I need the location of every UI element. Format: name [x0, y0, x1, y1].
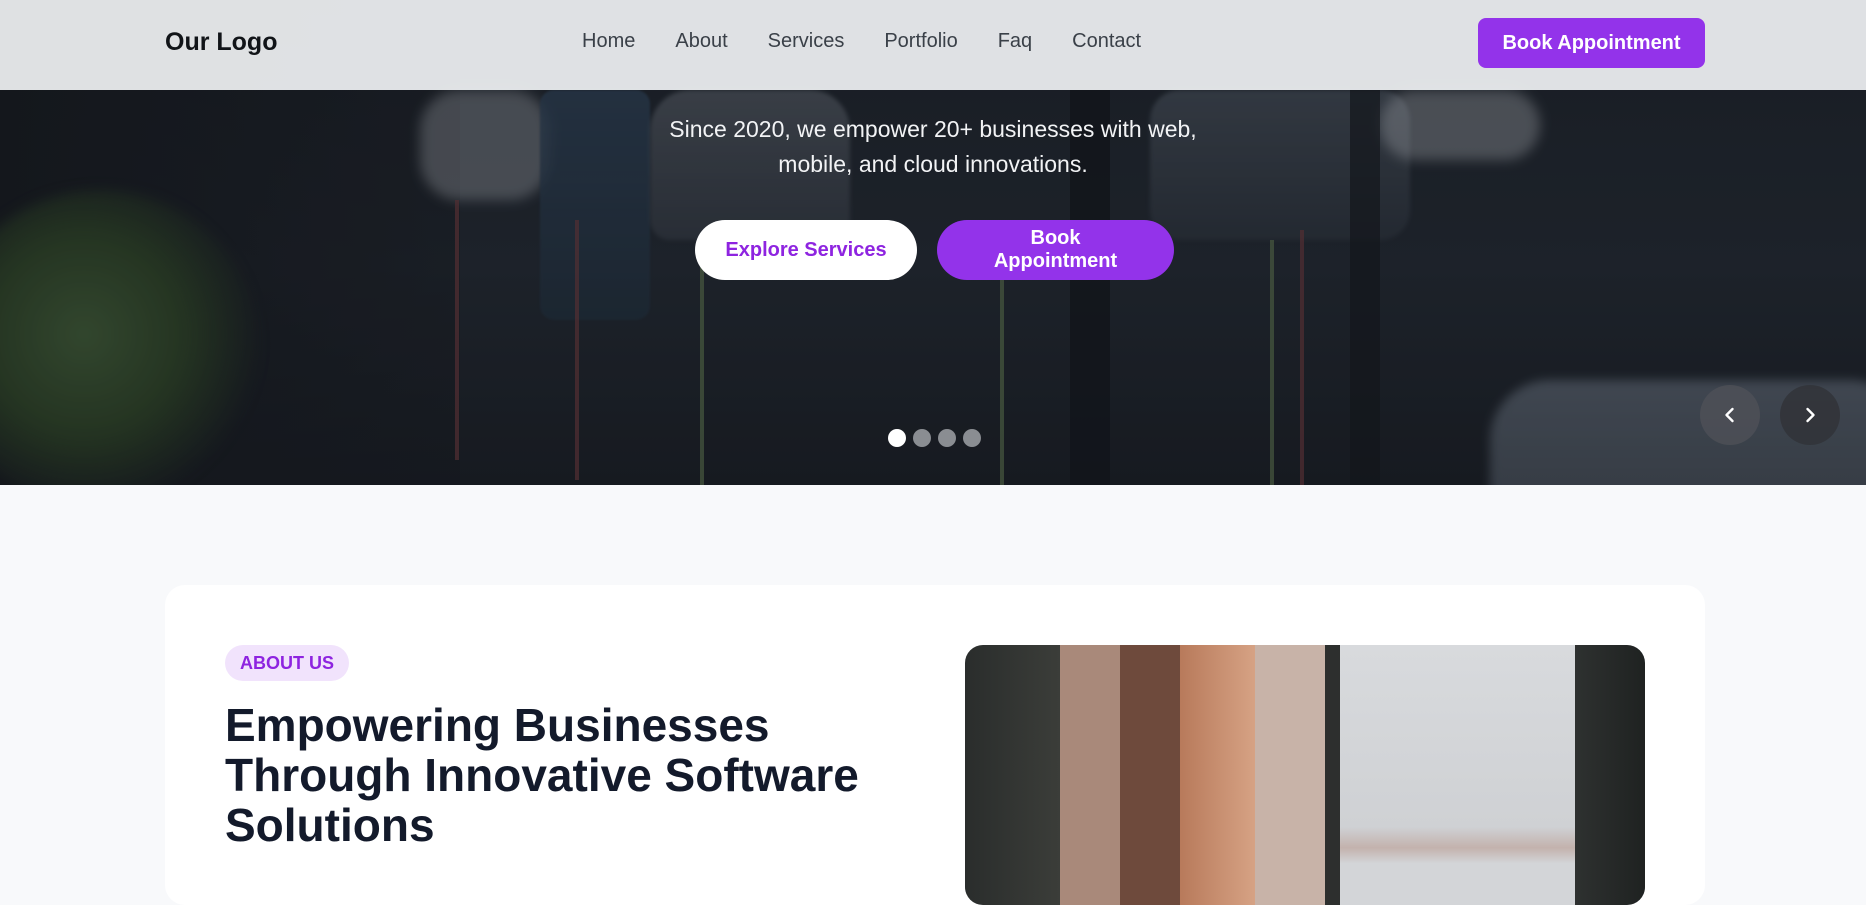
main-nav: Home About Services Portfolio Faq Contac…	[582, 30, 1141, 53]
chevron-right-icon	[1806, 407, 1815, 423]
carousel-dots	[888, 429, 981, 447]
about-image-part	[1575, 645, 1645, 905]
about-heading-line: Solutions	[225, 799, 435, 851]
nav-link-services[interactable]: Services	[768, 30, 845, 53]
about-image-part	[965, 645, 1060, 905]
explore-services-button[interactable]: Explore Services	[695, 220, 917, 280]
carousel-dot[interactable]	[888, 429, 906, 447]
hero-subtitle-line: mobile, and cloud innovations.	[778, 151, 1088, 177]
about-image-part	[1060, 645, 1120, 905]
about-heading-line: Empowering Businesses	[225, 699, 770, 751]
top-navbar: Our Logo Home About Services Portfolio F…	[0, 0, 1866, 90]
hero-button-group: Explore Services Book Appointment	[695, 220, 1174, 280]
nav-link-about[interactable]: About	[675, 30, 727, 53]
about-badge: ABOUT US	[225, 645, 349, 681]
about-heading: Empowering Businesses Through Innovative…	[225, 700, 905, 850]
about-image-part	[1340, 645, 1575, 905]
nav-link-faq[interactable]: Faq	[998, 30, 1032, 53]
chevron-left-icon	[1725, 407, 1734, 423]
carousel-dot[interactable]	[913, 429, 931, 447]
hero-subtitle-line: Since 2020, we empower 20+ businesses wi…	[669, 116, 1197, 142]
hero-book-appointment-button[interactable]: Book Appointment	[937, 220, 1174, 280]
carousel-dot[interactable]	[963, 429, 981, 447]
about-image	[965, 645, 1645, 905]
about-image-part	[1325, 645, 1340, 905]
carousel-prev-button[interactable]	[1700, 385, 1760, 445]
about-image-part	[1120, 645, 1180, 905]
carousel-dot[interactable]	[938, 429, 956, 447]
nav-link-contact[interactable]: Contact	[1072, 30, 1141, 53]
carousel-next-button[interactable]	[1780, 385, 1840, 445]
site-logo[interactable]: Our Logo	[165, 28, 277, 57]
nav-link-portfolio[interactable]: Portfolio	[884, 30, 957, 53]
about-heading-line: Through Innovative Software	[225, 749, 859, 801]
hero-subtitle: Since 2020, we empower 20+ businesses wi…	[583, 112, 1283, 182]
nav-book-appointment-button[interactable]: Book Appointment	[1478, 18, 1705, 68]
nav-link-home[interactable]: Home	[582, 30, 635, 53]
about-image-part	[1255, 645, 1325, 905]
about-image-part	[1180, 645, 1255, 905]
